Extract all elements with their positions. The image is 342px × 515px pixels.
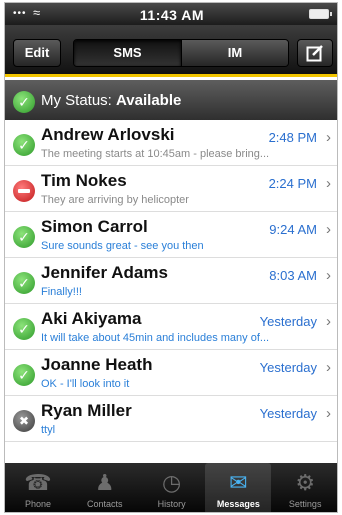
tab-history[interactable]: ◷ History	[139, 463, 205, 512]
status-busy-icon	[13, 180, 35, 202]
tab-settings[interactable]: ⚙ Settings	[272, 463, 337, 512]
message-time: 2:48 PM	[268, 130, 317, 145]
gear-icon: ⚙	[295, 470, 316, 495]
contact-name: Simon Carrol	[41, 217, 148, 236]
status-available-icon: ✓	[13, 91, 35, 113]
message-time: Yesterday	[259, 406, 317, 421]
conversation-row[interactable]: Tim Nokes 2:24 PM › They are arriving by he…	[5, 166, 337, 212]
status-available-icon: ✓	[13, 318, 35, 340]
compose-button[interactable]	[297, 39, 333, 67]
tab-sms[interactable]: SMS	[74, 40, 181, 66]
conversation-row[interactable]: ✓ Simon Carrol 9:24 AM › Sure sounds great -…	[5, 212, 337, 258]
my-status-bar[interactable]: ✓ My Status: Available	[5, 80, 337, 120]
messages-icon: ✉	[229, 470, 248, 495]
conversation-row[interactable]: ✓ Aki Akiyama Yesterday › It will take about…	[5, 304, 337, 350]
status-offline-icon: ✖	[13, 410, 35, 432]
contact-name: Andrew Arlovski	[41, 125, 175, 144]
message-time: 9:24 AM	[269, 222, 317, 237]
tab-label: Phone	[24, 499, 52, 509]
nav-bar: Edit SMS IM	[5, 25, 337, 77]
contact-name: Aki Akiyama	[41, 309, 142, 328]
status-available-icon: ✓	[13, 272, 35, 294]
battery-icon	[309, 9, 332, 19]
message-time: Yesterday	[259, 314, 317, 329]
message-preview: They are arriving by helicopter	[41, 194, 189, 206]
tab-im[interactable]: IM	[181, 40, 288, 66]
tab-label: History	[157, 499, 186, 509]
conversation-row[interactable]: ✓ Andrew Arlovski 2:48 PM › The meeting star…	[5, 120, 337, 166]
status-bar: ••• ≈ 11:43 AM	[5, 3, 337, 25]
status-time: 11:43 AM	[139, 7, 205, 23]
tab-contacts[interactable]: ♟ Contacts	[72, 463, 138, 512]
message-type-segmented-control: SMS IM	[73, 39, 289, 67]
tab-label: Contacts	[87, 499, 123, 509]
chevron-right-icon: ›	[326, 221, 331, 238]
tab-label: Settings	[288, 499, 322, 509]
message-time: 8:03 AM	[269, 268, 317, 283]
contact-name: Joanne Heath	[41, 355, 153, 374]
contact-name: Ryan Miller	[41, 401, 132, 420]
edit-button[interactable]: Edit	[13, 39, 61, 67]
my-status-label: My Status: Available	[41, 92, 182, 109]
status-available-icon: ✓	[13, 134, 35, 156]
chevron-right-icon: ›	[326, 405, 331, 422]
message-time: Yesterday	[259, 360, 317, 375]
contact-name: Tim Nokes	[41, 171, 127, 190]
status-available-icon: ✓	[13, 226, 35, 248]
message-preview: The meeting starts at 10:45am - please b…	[41, 148, 270, 160]
chevron-right-icon: ›	[326, 129, 331, 146]
tab-phone[interactable]: ☎ Phone	[5, 463, 71, 512]
contact-name: Jennifer Adams	[41, 263, 168, 282]
status-available-icon: ✓	[13, 364, 35, 386]
conversation-row[interactable]: ✖ Ryan Miller Yesterday › ttyl	[5, 396, 337, 442]
chevron-right-icon: ›	[326, 267, 331, 284]
conversation-list: ✓ Andrew Arlovski 2:48 PM › The meeting star…	[5, 120, 337, 442]
message-time: 2:24 PM	[268, 176, 317, 191]
app-screen: ••• ≈ 11:43 AM Edit SMS IM ✓ My Status: …	[4, 2, 338, 513]
message-preview: ttyl	[41, 424, 56, 436]
chevron-right-icon: ›	[326, 175, 331, 192]
tab-label: Messages	[216, 499, 260, 509]
conversation-row[interactable]: ✓ Jennifer Adams 8:03 AM › Finally!!!	[5, 258, 337, 304]
contacts-icon: ♟	[94, 470, 115, 495]
tab-bar: ☎ Phone ♟ Contacts ◷ History ✉ Messages ⚙ Setting…	[5, 463, 337, 512]
chevron-right-icon: ›	[326, 359, 331, 376]
conversation-row[interactable]: ✓ Joanne Heath Yesterday › OK - I'll look in…	[5, 350, 337, 396]
phone-icon: ☎	[24, 470, 52, 495]
chevron-right-icon: ›	[326, 313, 331, 330]
compose-icon	[306, 45, 323, 62]
message-preview: It will take about 45min and includes ma…	[41, 332, 270, 344]
tab-messages[interactable]: ✉ Messages	[205, 463, 272, 512]
clock-icon: ◷	[161, 470, 182, 495]
message-preview: Sure sounds great - see you then	[41, 240, 204, 252]
message-preview: Finally!!!	[41, 286, 82, 298]
message-preview: OK - I'll look into it	[41, 378, 130, 390]
